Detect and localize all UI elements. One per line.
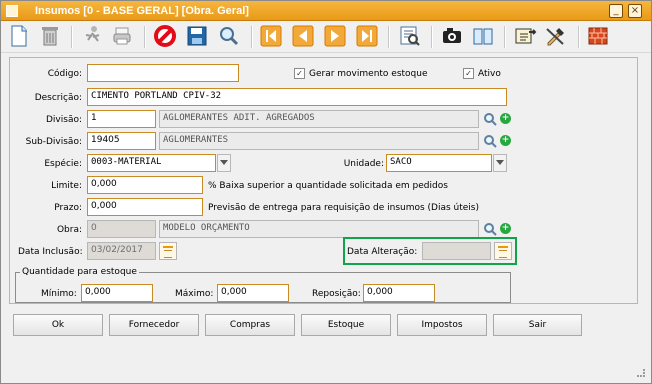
data-alteracao-field — [422, 242, 491, 260]
fornecedor-button[interactable]: Fornecedor — [109, 314, 199, 336]
print-icon[interactable] — [109, 23, 135, 49]
prazo-input[interactable]: 0,000 — [87, 198, 203, 216]
next-record-icon[interactable] — [322, 23, 348, 49]
minimize-button[interactable]: _ — [609, 4, 623, 18]
last-record-icon[interactable] — [354, 23, 380, 49]
prazo-label: Prazo: — [54, 203, 82, 213]
ativo-checkbox[interactable]: ✓ — [463, 68, 474, 79]
reposicao-input[interactable]: 0,000 — [363, 284, 435, 302]
reposicao-label: Reposição: — [312, 289, 361, 299]
toolbar-separator — [251, 26, 253, 48]
ativo-label: Ativo — [478, 69, 501, 79]
unidade-dropdown-arrow[interactable] — [493, 154, 507, 172]
camera-icon[interactable] — [439, 23, 465, 49]
unidade-select[interactable]: SACO — [386, 154, 492, 172]
toolbar-separator — [144, 26, 146, 48]
especie-select[interactable]: 0003-MATERIAL — [87, 154, 216, 172]
minimo-input[interactable]: 0,000 — [81, 284, 153, 302]
divisao-name-field: AGLOMERANTES ADIT. AGREGADOS — [159, 110, 479, 128]
subdivisao-label: Sub-Divisão: — [25, 137, 82, 147]
descricao-label: Descrição: — [34, 93, 82, 103]
data-inclusao-field: 03/02/2017 — [87, 242, 156, 260]
maximo-input[interactable]: 0,000 — [217, 284, 289, 302]
prazo-hint: Previsão de entrega para requisição de i… — [208, 203, 480, 213]
delete-trash-icon[interactable] — [37, 23, 63, 49]
codigo-input[interactable] — [87, 64, 239, 82]
first-record-icon[interactable] — [258, 23, 284, 49]
gerar-movimento-label: Gerar movimento estoque — [309, 69, 428, 79]
gerar-movimento-checkbox[interactable]: ✓ — [294, 68, 305, 79]
obra-code-field: 0 — [87, 220, 156, 238]
estoque-button[interactable]: Estoque — [301, 314, 391, 336]
book-icon[interactable] — [470, 23, 496, 49]
obra-name-field: MODELO ORÇAMENTO — [159, 220, 479, 238]
search-icon[interactable] — [216, 23, 242, 49]
maximo-label: Máximo: — [175, 289, 214, 299]
title-bar[interactable]: Insumos [0 - BASE GERAL] [Obra. Geral] _… — [1, 1, 651, 21]
data-inclusao-calendar-icon[interactable] — [159, 242, 177, 260]
obra-add-icon[interactable]: + — [500, 223, 511, 234]
division-add-icon[interactable]: + — [500, 113, 511, 124]
cancel-icon[interactable] — [152, 23, 178, 49]
compras-button[interactable]: Compras — [205, 314, 295, 336]
insumo-form: Código: ✓ Gerar movimento estoque ✓ Ativ… — [9, 57, 638, 304]
resize-grip[interactable] — [637, 369, 645, 377]
quantidade-estoque-legend: Quantidade para estoque — [20, 267, 139, 277]
toolbar-separator — [71, 26, 73, 48]
data-alteracao-calendar-icon[interactable] — [494, 242, 512, 260]
data-alteracao-label: Data Alteração: — [347, 247, 418, 257]
ok-button[interactable]: Ok — [13, 314, 103, 336]
subdivision-add-icon[interactable]: + — [500, 135, 511, 146]
codigo-label: Código: — [47, 69, 82, 79]
window-title: Insumos [0 - BASE GERAL] [Obra. Geral] — [35, 5, 249, 17]
minimo-label: Mínimo: — [41, 289, 77, 299]
toolbar-separator — [578, 26, 580, 48]
toolbar-separator — [431, 26, 433, 48]
impostos-button[interactable]: Impostos — [397, 314, 487, 336]
obra-label: Obra: — [56, 225, 82, 235]
data-inclusao-label: Data Inclusão: — [18, 247, 83, 257]
toolbar-separator — [504, 26, 506, 48]
subdivision-search-icon[interactable] — [483, 134, 497, 148]
division-search-icon[interactable] — [483, 112, 497, 126]
close-button[interactable]: × — [628, 4, 642, 18]
divisao-code-input[interactable]: 1 — [87, 110, 156, 128]
previous-record-icon[interactable] — [290, 23, 316, 49]
limite-hint: % Baixa superior a quantidade solicitada… — [208, 181, 448, 191]
limite-label: Limite: — [51, 181, 82, 191]
especie-dropdown-arrow[interactable] — [217, 154, 231, 172]
limite-input[interactable]: 0,000 — [87, 176, 203, 194]
new-document-icon[interactable] — [6, 23, 32, 49]
save-icon[interactable] — [184, 23, 210, 49]
subdivisao-name-field: AGLOMERANTES — [159, 132, 479, 150]
especie-label: Espécie: — [44, 159, 82, 169]
run-icon[interactable] — [79, 23, 105, 49]
toolbar-separator — [388, 26, 390, 48]
subdivisao-code-input[interactable]: 19405 — [87, 132, 156, 150]
descricao-input[interactable]: CIMENTO PORTLAND CPIV-32 — [87, 88, 507, 106]
obra-search-icon[interactable] — [483, 222, 497, 236]
bricks-icon[interactable] — [585, 23, 611, 49]
sair-button[interactable]: Sair — [493, 314, 582, 336]
document-search-icon[interactable] — [397, 23, 423, 49]
app-icon — [6, 5, 18, 17]
edit-tools-icon[interactable] — [543, 23, 569, 49]
divisao-label: Divisão: — [46, 115, 82, 125]
toolbar — [1, 21, 651, 53]
export-icon[interactable] — [512, 23, 538, 49]
insumos-window: Insumos [0 - BASE GERAL] [Obra. Geral] _… — [0, 0, 652, 384]
unidade-label: Unidade: — [343, 159, 384, 169]
